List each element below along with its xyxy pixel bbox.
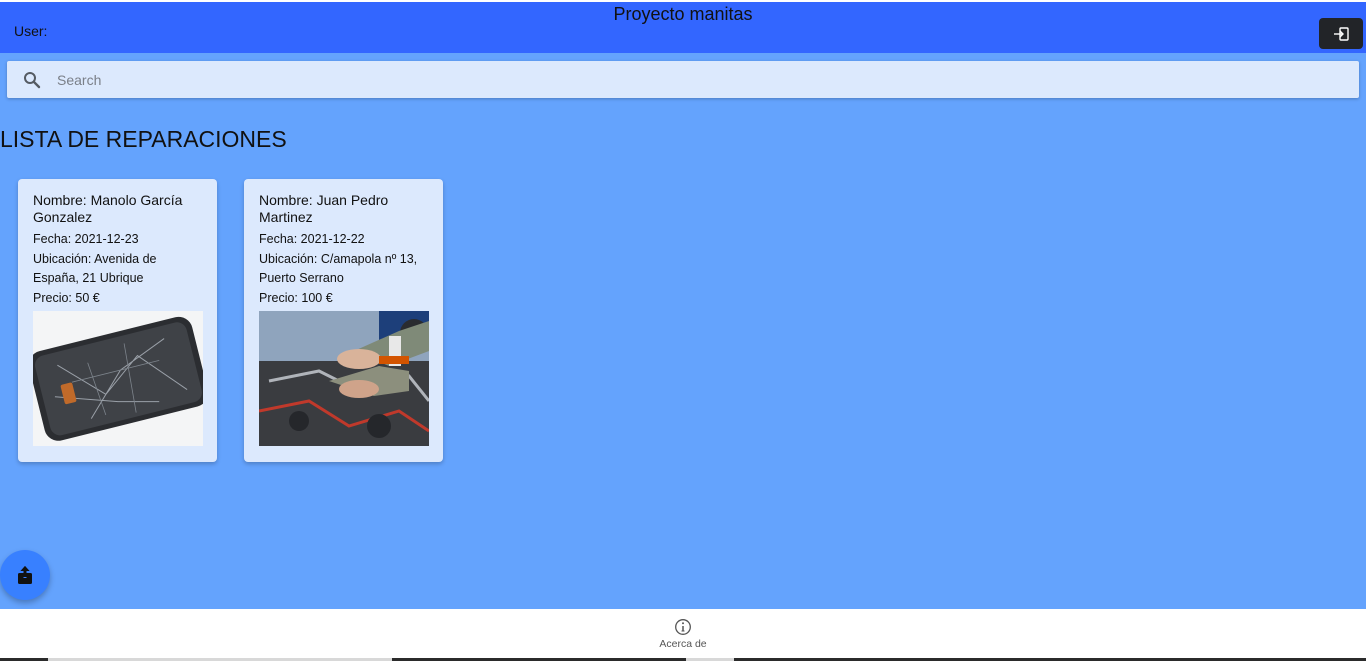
share-icon [18,566,32,584]
card-name: Nombre: Manolo García Gonzalez [33,192,183,225]
card-location: Ubicación: C/amapola nº 13, Puerto Serra… [259,251,418,286]
card-date: Fecha: 2021-12-23 [33,232,139,246]
card-price: Precio: 100 € [259,290,333,305]
tab-about[interactable]: Acerca de [633,609,733,658]
card-location: Ubicación: Avenida de España, 21 Ubrique [33,251,157,286]
page-title: LISTA DE REPARACIONES [0,126,287,152]
card-name: Nombre: Juan Pedro Martinez [259,192,389,225]
app-toolbar: Proyecto manitas User: [0,2,1366,53]
repair-card[interactable]: Nombre: Juan Pedro Martinez Fecha: 2021-… [244,179,443,462]
search-input[interactable] [57,61,1359,98]
login-button[interactable] [1319,18,1363,49]
app-title: Proyecto manitas [613,4,753,24]
search-icon [7,71,57,89]
broken-phone-photo [33,311,203,446]
user-label: User: [14,23,48,39]
card-price: Precio: 50 € [33,290,100,305]
card-date: Fecha: 2021-12-22 [259,232,365,246]
share-button[interactable] [0,550,50,600]
tab-about-label: Acerca de [659,637,707,650]
repair-card[interactable]: Nombre: Manolo García Gonzalez Fecha: 20… [18,179,217,462]
log-in-icon [1334,26,1349,41]
info-icon [675,618,691,635]
main-content: LISTA DE REPARACIONES Nombre: Manolo Gar… [0,53,1366,609]
search-bar[interactable] [7,61,1359,98]
tab-bar: Acerca de [0,609,1366,658]
car-engine-repair-photo [259,311,429,446]
